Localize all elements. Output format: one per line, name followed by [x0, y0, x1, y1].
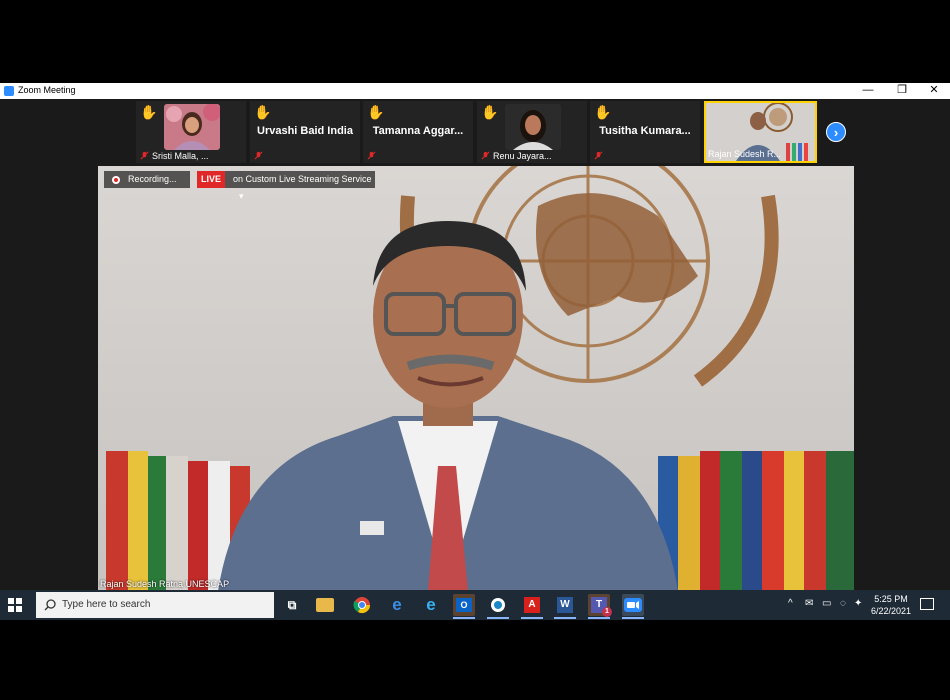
teams-notification-badge: 1: [602, 607, 612, 617]
taskbar-clock[interactable]: 5:25 PM 6/22/2021: [866, 593, 916, 617]
caret-down-icon: ▾: [239, 191, 244, 201]
action-center-icon[interactable]: [920, 598, 934, 610]
active-speaker-tile[interactable]: Rajan Sudesh R...: [704, 101, 817, 163]
participant-name: Urvashi Baid India: [257, 125, 353, 137]
chrome-icon[interactable]: [351, 594, 373, 616]
speaker-video-frame: [106, 166, 854, 591]
minimize-button[interactable]: —: [852, 83, 884, 99]
raised-hand-icon: ✋: [367, 104, 385, 120]
webex-icon[interactable]: [487, 594, 509, 619]
windows-start-icon[interactable]: [8, 598, 22, 612]
muted-mic-icon: [481, 151, 490, 160]
live-badge: LIVE: [197, 171, 225, 188]
participant-tile[interactable]: ✋ Renu Jayara...: [477, 101, 587, 163]
title-bar: Zoom Meeting — ❐ ✕: [0, 83, 950, 99]
raised-hand-icon: ✋: [481, 104, 499, 120]
participant-strip: ✋ Sristi Malla, ... ✋ Urvashi Baid India…: [0, 99, 950, 165]
raised-hand-icon: ✋: [594, 104, 612, 120]
stream-label: on Custom Live Streaming Service: [233, 174, 372, 184]
active-speaker-video: Recording... LIVE on Custom Live Streami…: [98, 166, 854, 591]
zoom-app-icon: [4, 86, 14, 96]
participant-label: Rajan Sudesh R...: [708, 149, 782, 159]
outlook-icon[interactable]: O: [453, 594, 475, 619]
windows-taskbar: Type here to search ⧉ e e O A W T 1 ^ ✉ …: [0, 590, 950, 620]
muted-mic-icon: [254, 151, 263, 160]
teams-icon[interactable]: T 1: [588, 594, 612, 619]
next-page-button[interactable]: ›: [826, 122, 846, 142]
search-icon: [44, 599, 56, 611]
search-placeholder: Type here to search: [62, 599, 151, 610]
window-title: Zoom Meeting: [18, 85, 76, 95]
live-streaming-menu[interactable]: on Custom Live Streaming Service ▾: [225, 171, 375, 201]
recording-label: Recording...: [128, 174, 177, 184]
raised-hand-icon: ✋: [254, 104, 272, 120]
battery-icon[interactable]: ▭: [822, 598, 831, 609]
participant-tile[interactable]: ✋ Tusitha Kumara...: [590, 101, 700, 163]
participant-tile[interactable]: ✋ Urvashi Baid India: [250, 101, 360, 163]
close-button[interactable]: ✕: [918, 83, 950, 99]
zoom-taskbar-icon[interactable]: [622, 594, 644, 619]
muted-mic-icon: [367, 151, 376, 160]
speaker-name-label: Rajan Sudesh Ratna UNESCAP: [100, 579, 230, 589]
file-explorer-icon[interactable]: [316, 598, 334, 612]
participant-name: Tamanna Aggar...: [372, 125, 464, 137]
taskbar-search-box[interactable]: Type here to search: [36, 592, 274, 618]
participant-video: [505, 104, 561, 150]
task-view-icon[interactable]: ⧉: [281, 594, 303, 616]
acrobat-icon[interactable]: A: [521, 594, 543, 619]
edge-icon[interactable]: e: [386, 594, 408, 616]
zoom-window: Zoom Meeting — ❐ ✕ ✋ Sristi Malla, ... ✋: [0, 83, 950, 620]
dropbox-icon[interactable]: ✦: [854, 598, 862, 609]
internet-explorer-icon[interactable]: e: [420, 594, 442, 616]
recording-indicator[interactable]: Recording...: [104, 171, 190, 188]
participant-label: Renu Jayara...: [493, 151, 552, 161]
clock-time: 5:25 PM: [874, 594, 908, 604]
record-dot-icon: [112, 176, 120, 184]
restore-button[interactable]: ❐: [886, 83, 918, 99]
clock-date: 6/22/2021: [870, 606, 912, 616]
muted-mic-icon: [594, 151, 603, 160]
raised-hand-icon: ✋: [140, 104, 158, 120]
participant-video: [164, 104, 220, 150]
muted-mic-icon: [140, 151, 149, 160]
participant-tile[interactable]: ✋ Sristi Malla, ...: [136, 101, 246, 163]
participant-tile[interactable]: ✋ Tamanna Aggar...: [363, 101, 473, 163]
mail-tray-icon[interactable]: ✉: [805, 598, 813, 609]
wifi-icon[interactable]: ◌: [840, 598, 846, 609]
participant-label: Sristi Malla, ...: [152, 151, 209, 161]
participant-name: Tusitha Kumara...: [599, 125, 691, 137]
show-hidden-icons[interactable]: ^: [788, 598, 793, 609]
word-icon[interactable]: W: [554, 594, 576, 619]
